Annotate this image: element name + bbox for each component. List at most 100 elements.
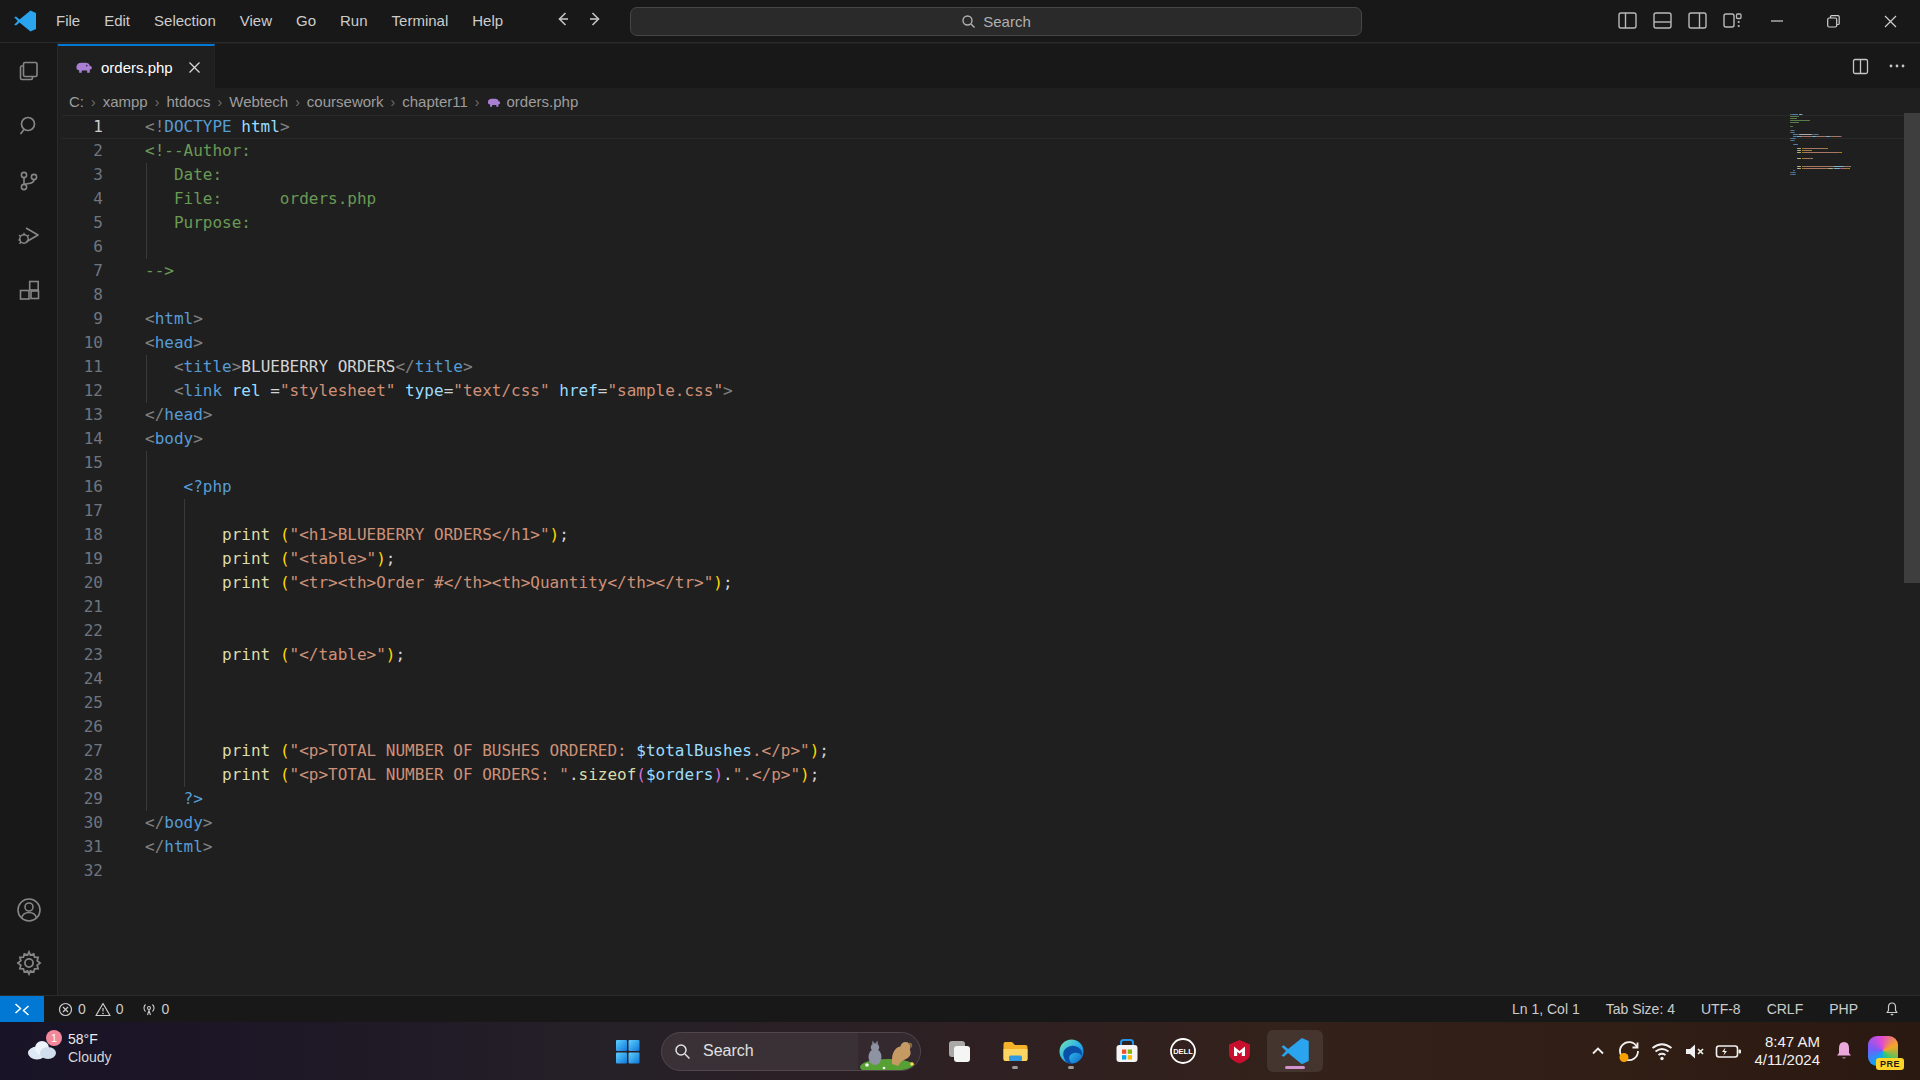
taskbar-bell-icon[interactable] — [1832, 1039, 1856, 1063]
taskbar-search-icon — [674, 1043, 691, 1060]
menu-view[interactable]: View — [228, 7, 284, 35]
explorer-icon[interactable] — [0, 47, 58, 95]
breadcrumb-separator-icon: › — [149, 94, 166, 110]
code-editor[interactable]: 1234567891011121314151617181920212223242… — [59, 115, 1920, 995]
close-button[interactable] — [1862, 0, 1919, 42]
toggle-sidebar-icon[interactable] — [1616, 9, 1639, 32]
copilot-pre-badge: PRE — [1876, 1058, 1904, 1070]
weather-temperature: 58°F — [68, 1030, 112, 1048]
status-bar: 0 0 0 Ln 1, Col 1 Tab Size: 4 UTF-8 CRLF… — [0, 995, 1920, 1022]
line-number: 24 — [59, 667, 103, 691]
code-line: <!--Author: — [145, 139, 829, 163]
vscode-taskbar-button[interactable] — [1267, 1030, 1323, 1072]
tray-chevron-icon[interactable] — [1588, 1041, 1608, 1061]
breadcrumb-segment[interactable]: C: — [68, 93, 85, 110]
problems-status[interactable]: 0 0 — [52, 1001, 130, 1017]
file-explorer-button[interactable] — [987, 1030, 1043, 1072]
weather-widget[interactable]: 1 58°F Cloudy — [24, 1030, 112, 1066]
minimize-button[interactable] — [1748, 0, 1805, 42]
code-line — [145, 235, 829, 259]
breadcrumb-separator-icon: › — [289, 94, 306, 110]
minimap-line — [1797, 152, 1801, 153]
editor-more-actions-icon[interactable] — [1888, 57, 1906, 75]
breadcrumb-segment[interactable]: Webtech — [228, 93, 289, 110]
volume-muted-icon[interactable] — [1682, 1039, 1707, 1064]
line-number: 31 — [59, 835, 103, 859]
line-number: 8 — [59, 283, 103, 307]
code-line: <link rel ="stylesheet" type="text/css" … — [145, 379, 829, 403]
battery-icon[interactable] — [1715, 1039, 1742, 1064]
notification-badge: 1 — [46, 1030, 62, 1046]
line-number: 10 — [59, 331, 103, 355]
extensions-icon[interactable] — [0, 267, 58, 315]
remote-indicator[interactable] — [0, 996, 44, 1022]
taskbar-search-label: Search — [703, 1042, 754, 1060]
source-control-icon[interactable] — [0, 157, 58, 205]
minimap-line — [1850, 166, 1851, 167]
breadcrumb[interactable]: C:›xampp›htdocs›Webtech›coursework›chapt… — [58, 88, 1920, 115]
settings-gear-icon[interactable] — [0, 939, 58, 987]
edge-browser-button[interactable] — [1043, 1030, 1099, 1072]
menu-selection[interactable]: Selection — [142, 7, 228, 35]
breadcrumb-segment[interactable]: xampp — [102, 93, 149, 110]
menu-edit[interactable]: Edit — [92, 7, 142, 35]
editor-scrollbar[interactable] — [1904, 113, 1920, 583]
run-debug-icon[interactable] — [0, 212, 58, 260]
maximize-button[interactable] — [1805, 0, 1862, 42]
indentation-status[interactable]: Tab Size: 4 — [1600, 1001, 1681, 1017]
microsoft-store-button[interactable] — [1099, 1030, 1155, 1072]
code-line: ?> — [145, 787, 829, 811]
nav-back-icon[interactable] — [552, 8, 574, 30]
warnings-count: 0 — [116, 1001, 124, 1017]
toggle-panel-icon[interactable] — [1651, 9, 1674, 32]
cursor-position[interactable]: Ln 1, Col 1 — [1506, 1001, 1586, 1017]
code-line: </html> — [145, 835, 829, 859]
breadcrumb-separator-icon: › — [385, 94, 402, 110]
weather-condition: Cloudy — [68, 1048, 112, 1066]
menu-file[interactable]: File — [44, 7, 92, 35]
minimap-line — [1797, 168, 1801, 169]
task-view-button[interactable] — [931, 1030, 987, 1072]
activity-bar — [0, 43, 58, 995]
split-editor-icon[interactable] — [1851, 57, 1870, 76]
menu-terminal[interactable]: Terminal — [380, 7, 461, 35]
search-sidebar-icon[interactable] — [0, 102, 58, 150]
minimap-line — [1803, 158, 1812, 159]
start-button[interactable] — [605, 1030, 649, 1072]
account-icon[interactable] — [0, 886, 58, 934]
customize-layout-icon[interactable] — [1721, 9, 1744, 32]
eol-status[interactable]: CRLF — [1761, 1001, 1810, 1017]
encoding-status[interactable]: UTF-8 — [1695, 1001, 1747, 1017]
code-line: <title>BLUEBERRY ORDERS</title> — [145, 355, 829, 379]
dell-app-button[interactable]: DELL — [1155, 1030, 1211, 1072]
breadcrumb-segment[interactable]: chapter11 — [401, 93, 469, 110]
windows-taskbar: 1 58°F Cloudy Search — [0, 1022, 1920, 1080]
nav-forward-icon[interactable] — [584, 8, 606, 30]
breadcrumb-file[interactable]: orders.php — [506, 93, 580, 110]
onedrive-sync-icon[interactable] — [1616, 1038, 1642, 1064]
language-mode[interactable]: PHP — [1823, 1001, 1864, 1017]
notifications-bell-icon[interactable] — [1878, 1001, 1906, 1017]
copilot-button[interactable]: PRE — [1868, 1036, 1898, 1066]
minimap-line — [1797, 158, 1801, 159]
line-number: 14 — [59, 427, 103, 451]
menu-run[interactable]: Run — [328, 7, 380, 35]
menu-bar: FileEditSelectionViewGoRunTerminalHelp — [44, 0, 515, 42]
clock-widget[interactable]: 8:47 AM 4/11/2024 — [1754, 1033, 1820, 1069]
breadcrumb-segment[interactable]: coursework — [306, 93, 385, 110]
line-number: 25 — [59, 691, 103, 715]
running-indicator — [1068, 1066, 1074, 1069]
wifi-icon[interactable] — [1650, 1039, 1674, 1063]
line-number: 3 — [59, 163, 103, 187]
toggle-secondary-sidebar-icon[interactable] — [1686, 9, 1709, 32]
tab-close-icon[interactable] — [187, 60, 202, 75]
taskbar-search-box[interactable]: Search — [661, 1032, 921, 1071]
minimap-line — [1793, 144, 1797, 145]
menu-go[interactable]: Go — [284, 7, 328, 35]
mcafee-button[interactable] — [1211, 1030, 1267, 1072]
breadcrumb-segment[interactable]: htdocs — [165, 93, 211, 110]
command-search-box[interactable]: Search — [630, 7, 1362, 36]
ports-status[interactable]: 0 — [135, 1001, 176, 1017]
tab-orders-php[interactable]: orders.php — [58, 44, 215, 88]
menu-help[interactable]: Help — [460, 7, 515, 35]
